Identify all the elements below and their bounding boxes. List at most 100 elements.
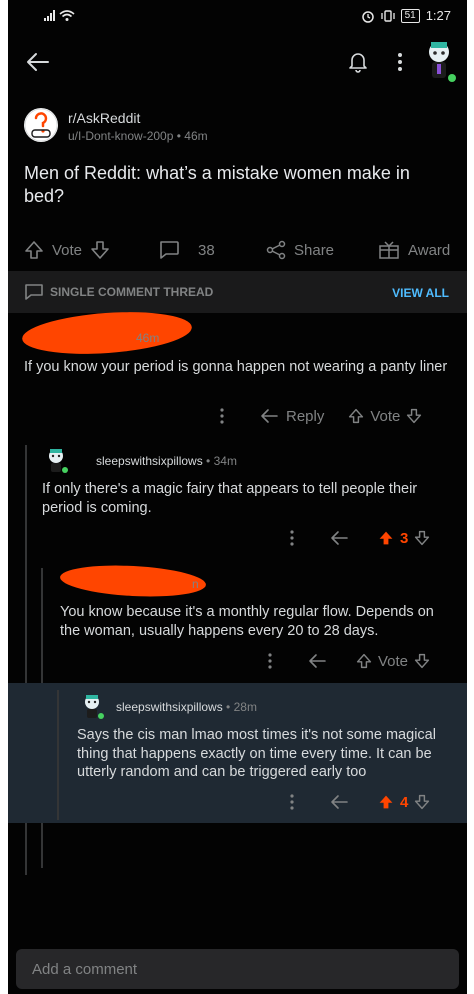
add-comment-input[interactable] [16, 949, 459, 989]
battery-icon: 51 [400, 8, 420, 23]
comment-4-author[interactable]: sleepswithsixpillows [116, 700, 223, 714]
comment-count: 38 [198, 241, 215, 259]
alarm-icon [361, 9, 375, 23]
downvote-button[interactable] [90, 240, 110, 260]
more-vertical-icon [268, 653, 272, 669]
snoo-avatar-icon [85, 695, 104, 719]
vibrate-icon [380, 9, 395, 23]
comment-4-age: 28m [233, 700, 257, 714]
more-vertical-icon [398, 53, 402, 71]
comment-4-actions: 4 [290, 790, 460, 814]
comment-3-reply-button[interactable] [308, 653, 328, 669]
more-vertical-icon [220, 408, 224, 424]
clock: 1:27 [425, 8, 451, 23]
reply-arrow-icon [309, 654, 326, 668]
downvote-arrow-icon [91, 241, 109, 259]
comment-2-score: 3 [400, 529, 409, 547]
comment-2-text: If only there's a magic fairy that appea… [42, 481, 418, 516]
post-vote-label: Vote [52, 241, 83, 259]
comment-4-text: Says the cis man lmao most times it's no… [77, 727, 436, 780]
upvote-arrow-icon[interactable] [348, 408, 364, 424]
comment-1-vote-group: Vote [348, 408, 422, 425]
comment-1-more-button[interactable] [220, 408, 224, 424]
upvote-arrow-icon[interactable] [356, 653, 372, 669]
award-button[interactable]: Award [378, 232, 450, 268]
post-vote-group: Vote [24, 232, 110, 268]
comment-thread-icon [25, 284, 43, 300]
app-frame: 51 1:27 r/AskReddit u/I-Dont-know-200p •… [8, 0, 467, 994]
post-title: Men of Reddit: what’s a mistake women ma… [24, 163, 410, 206]
comment-2-more-button[interactable] [290, 530, 294, 546]
comment-3-text: You know because it's a monthly regular … [60, 604, 434, 639]
comment-2-user-line: sleepswithsixpillows • 34m [96, 454, 237, 468]
upvoted-arrow-icon[interactable] [378, 530, 394, 546]
comment-2-avatar[interactable] [42, 446, 70, 474]
user-avatar-button[interactable] [419, 38, 459, 84]
comment-4-reply-button[interactable] [330, 794, 350, 810]
reply-arrow-icon [331, 531, 348, 545]
snoo-avatar-icon [49, 449, 68, 473]
askreddit-logo-icon [24, 108, 58, 142]
thread-line-level-3 [57, 690, 59, 820]
downvote-arrow-icon[interactable] [414, 794, 430, 810]
single-thread-label-group: SINGLE COMMENT THREAD [24, 283, 213, 301]
single-thread-label: SINGLE COMMENT THREAD [50, 285, 214, 299]
redaction-mark [59, 562, 207, 600]
comment-2-reply-button[interactable] [330, 530, 350, 546]
back-arrow-icon [27, 53, 49, 71]
comment-1-vote-label: Vote [370, 407, 401, 425]
downvote-arrow-icon[interactable] [414, 653, 430, 669]
comment-1-reply-button[interactable]: Reply [260, 408, 324, 425]
post-action-bar: Vote 38 Share Award [8, 232, 467, 268]
redaction-mark [20, 307, 194, 359]
comments-button[interactable]: 38 [158, 232, 215, 268]
comment-1-age: 46m [136, 331, 160, 345]
comment-1-reply-label: Reply [286, 407, 325, 425]
share-icon [266, 240, 286, 260]
downvote-arrow-icon[interactable] [414, 530, 430, 546]
comment-4-score: 4 [400, 793, 409, 811]
top-bar [8, 32, 467, 90]
award-label: Award [408, 241, 451, 259]
comment-3-age: n [192, 577, 199, 591]
comment-4-avatar[interactable] [78, 692, 106, 720]
comment-composer [16, 949, 459, 989]
upvoted-arrow-icon[interactable] [378, 794, 394, 810]
gift-award-icon [379, 241, 399, 259]
comment-3-actions: Vote [268, 649, 463, 673]
subreddit-name[interactable]: r/AskReddit [68, 110, 140, 126]
subreddit-icon[interactable] [24, 108, 58, 142]
single-thread-bar: SINGLE COMMENT THREAD VIEW ALL [8, 271, 467, 313]
signal-wifi-icons [44, 8, 78, 22]
comment-4-more-button[interactable] [290, 794, 294, 810]
overflow-menu-button[interactable] [390, 50, 410, 74]
comment-1-actions: Reply Vote [220, 404, 460, 428]
comment-3-more-button[interactable] [268, 653, 272, 669]
comment-2-actions: 3 [290, 526, 460, 550]
more-vertical-icon [290, 530, 294, 546]
comment-2-vote-group: 3 [378, 530, 430, 547]
signal-icon [44, 10, 75, 21]
comment-1-text: If you know your period is gonna happen … [24, 359, 448, 375]
post-header: r/AskReddit u/I-Dont-know-200p • 46m [24, 108, 454, 148]
reply-arrow-icon [261, 409, 278, 423]
comment-2-age: 34m [213, 454, 237, 468]
comment-bubble-icon [160, 241, 179, 259]
view-all-link[interactable]: VIEW ALL [392, 286, 449, 300]
comment-2-author[interactable]: sleepswithsixpillows [96, 454, 203, 468]
comment-4-vote-group: 4 [378, 794, 430, 811]
notifications-button[interactable] [346, 50, 370, 74]
post-author[interactable]: u/I-Dont-know-200p [68, 129, 173, 143]
share-button[interactable]: Share [266, 232, 334, 268]
status-bar: 51 1:27 [8, 0, 467, 32]
upvote-button[interactable] [24, 240, 44, 260]
post-meta: u/I-Dont-know-200p • 46m [68, 129, 208, 143]
share-label: Share [294, 241, 335, 259]
bell-icon [349, 53, 367, 73]
post-age: 46m [184, 129, 208, 143]
comment-4-user-line: sleepswithsixpillows • 28m [116, 700, 257, 714]
back-button[interactable] [24, 48, 52, 76]
downvote-arrow-icon[interactable] [406, 408, 422, 424]
more-vertical-icon [290, 794, 294, 810]
snoo-avatar-icon [429, 42, 456, 82]
